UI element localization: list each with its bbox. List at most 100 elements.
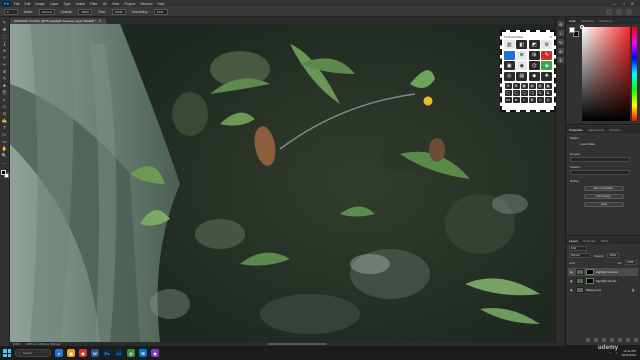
bp-small-11[interactable]: ⊡ xyxy=(536,89,544,96)
horizontal-scrollbar[interactable] xyxy=(266,343,327,345)
marquee-tool-icon[interactable]: ⬚ xyxy=(2,34,8,40)
healing-brush-tool-icon[interactable]: ✎ xyxy=(2,76,8,82)
flow-field[interactable]: 100% xyxy=(111,8,126,15)
search-icon[interactable] xyxy=(606,8,612,15)
taskbar-app-1[interactable]: e xyxy=(55,349,63,357)
group-icon[interactable] xyxy=(618,338,622,342)
share-icon[interactable] xyxy=(626,8,632,15)
brush-tool-icon[interactable]: ♣ xyxy=(2,83,8,89)
bp-small-6[interactable]: ▩ xyxy=(544,82,552,89)
character-panel-icon[interactable]: A xyxy=(557,48,564,54)
visibility-eye-icon[interactable]: ◉ xyxy=(570,279,574,283)
layer-style-icon[interactable] xyxy=(594,338,598,342)
clock[interactable]: 12:11 PM 10/11/2022 xyxy=(621,349,636,357)
feather-slider[interactable] xyxy=(570,170,630,175)
fill-field[interactable]: 100% xyxy=(625,260,637,265)
menu-view[interactable]: View xyxy=(112,2,119,6)
close-icon[interactable]: ✕ xyxy=(631,1,634,6)
link-layers-icon[interactable] xyxy=(586,338,590,342)
adjustment-layer-icon[interactable] xyxy=(610,338,614,342)
dodge-tool-icon[interactable]: ✍ xyxy=(2,118,8,124)
info-panel-icon[interactable]: i xyxy=(557,30,564,36)
foreground-color-swatch[interactable] xyxy=(0,170,6,175)
bp-small-9[interactable]: ◲ xyxy=(520,89,528,96)
color-swatches[interactable] xyxy=(0,170,9,179)
add-mask-icon[interactable] xyxy=(602,338,606,342)
bp-small-13[interactable]: ⋈ xyxy=(504,96,512,103)
bp-small-4[interactable]: ▧ xyxy=(528,82,536,89)
menu-edit[interactable]: Edit xyxy=(24,2,30,6)
windows-start-icon[interactable] xyxy=(3,349,11,357)
bp-button-11[interactable]: ⌬ xyxy=(528,61,540,70)
artboard-tool-icon[interactable]: ✥ xyxy=(2,27,8,33)
taskbar-search[interactable]: ⌕ Search xyxy=(15,349,51,357)
taskbar-app-9[interactable]: ◆ xyxy=(151,349,159,357)
history-panel-icon[interactable]: ⟲ xyxy=(557,21,564,27)
bp-button-16[interactable]: ✚ xyxy=(541,71,553,81)
move-tool-icon[interactable]: ↖ xyxy=(2,20,8,26)
eyedropper-tool-icon[interactable]: ⊘ xyxy=(2,69,8,75)
bp-small-17[interactable]: ⎔ xyxy=(536,96,544,103)
bp-button-12[interactable]: ◈ xyxy=(541,61,553,70)
smoothing-field[interactable]: 10% xyxy=(153,8,168,15)
paragraph-panel-icon[interactable]: ¶ xyxy=(557,57,564,63)
bp-button-3[interactable]: ◩ xyxy=(528,40,540,49)
layer-row[interactable]: ◉ Highlight Clouds xyxy=(568,277,638,285)
brush-settings-icon[interactable]: ✎ xyxy=(557,39,564,45)
crop-tool-icon[interactable]: ⊹ xyxy=(2,55,8,61)
invert-button[interactable]: Invert xyxy=(584,202,624,207)
select-and-mask-button[interactable]: Select and Mask... xyxy=(584,186,624,191)
menu-window[interactable]: Window xyxy=(140,2,152,6)
gradient-tool-icon[interactable]: ⊙ xyxy=(2,111,8,117)
tab-color[interactable]: Color xyxy=(569,19,576,23)
delete-layer-icon[interactable] xyxy=(634,338,638,342)
history-brush-tool-icon[interactable]: ◐ xyxy=(2,97,8,103)
menu-3d[interactable]: 3D xyxy=(103,2,107,6)
taskbar-app-7[interactable]: ◎ xyxy=(127,349,135,357)
taskbar-app-mail[interactable]: ✉ xyxy=(139,349,147,357)
menu-help[interactable]: Help xyxy=(157,2,164,6)
new-layer-icon[interactable] xyxy=(626,338,630,342)
volume-icon[interactable]: ♪ xyxy=(616,351,618,355)
zoom-tool-icon[interactable]: 🔍 xyxy=(2,153,8,159)
minimize-icon[interactable]: — xyxy=(612,1,616,6)
layer-row[interactable]: ◉ Highlight General xyxy=(568,268,638,276)
bp-button-15[interactable]: ◆ xyxy=(528,71,540,81)
opacity-field[interactable]: 100% xyxy=(78,8,93,15)
hand-tool-icon[interactable]: ✋ xyxy=(2,146,8,152)
bp-small-8[interactable]: ◱ xyxy=(512,89,520,96)
wifi-icon[interactable]: ◠ xyxy=(609,351,612,355)
tab-properties[interactable]: Properties xyxy=(569,128,583,132)
bp-small-7[interactable]: ◰ xyxy=(504,89,512,96)
bp-small-12[interactable]: ⊠ xyxy=(544,89,552,96)
color-picker-marker[interactable] xyxy=(580,25,584,29)
menu-select[interactable]: Select xyxy=(76,2,85,6)
menu-image[interactable]: Image xyxy=(35,2,44,6)
visibility-eye-icon[interactable]: ◉ xyxy=(570,288,574,292)
brush-panel-close-icon[interactable]: ✕ xyxy=(550,35,552,39)
color-range-button[interactable]: Color Range... xyxy=(584,194,624,199)
more-tools-icon[interactable]: … xyxy=(2,160,8,166)
tab-channels[interactable]: Channels xyxy=(583,239,596,243)
quick-select-tool-icon[interactable]: ⌖ xyxy=(2,48,8,54)
bp-button-8[interactable]: ✎ xyxy=(541,50,553,60)
menu-file[interactable]: File xyxy=(14,2,19,6)
tab-libraries[interactable]: Libraries xyxy=(609,128,621,132)
close-tab-icon[interactable]: ✕ xyxy=(99,19,102,23)
mode-select[interactable]: Normal xyxy=(38,8,55,15)
bp-button-2[interactable]: ◧ xyxy=(516,40,528,49)
layer-filter-kind[interactable]: Kind xyxy=(569,246,587,251)
panel-foreground-swatch[interactable] xyxy=(569,27,575,33)
bp-button-14[interactable]: ▤ xyxy=(516,71,528,81)
bp-small-14[interactable]: ⋇ xyxy=(512,96,520,103)
color-field[interactable] xyxy=(582,27,630,121)
menu-layer[interactable]: Layer xyxy=(50,2,58,6)
bp-button-10[interactable]: ◉ xyxy=(516,61,528,70)
density-slider[interactable] xyxy=(570,157,630,162)
layer-mask-thumbnail[interactable] xyxy=(586,278,594,284)
document-canvas[interactable] xyxy=(10,24,555,342)
bp-small-18[interactable]: ⏣ xyxy=(544,96,552,103)
maximize-icon[interactable]: □ xyxy=(622,1,624,6)
bp-small-1[interactable]: ⊟ xyxy=(504,82,512,89)
bp-button-1[interactable]: ▥ xyxy=(503,40,515,49)
